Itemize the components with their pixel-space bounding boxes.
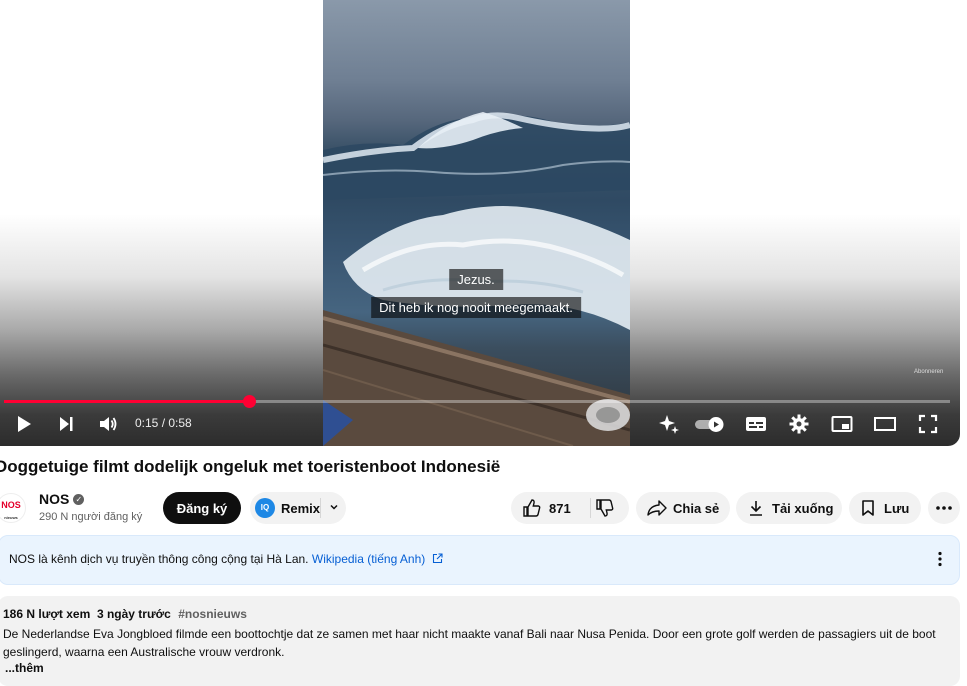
upload-date: 3 ngày trước bbox=[96, 607, 171, 621]
description-text: De Nederlandse Eva Jongbloed filmde een … bbox=[3, 627, 936, 659]
hashtag-link[interactable]: #nosnieuws bbox=[178, 607, 247, 621]
download-button[interactable]: Tải xuống bbox=[736, 492, 842, 524]
info-panel-text: NOS là kênh dịch vụ truyền thông công cộ… bbox=[9, 552, 309, 566]
settings-button[interactable] bbox=[785, 410, 813, 438]
thumbs-down-icon bbox=[596, 499, 614, 517]
progress-scrubber[interactable] bbox=[243, 395, 256, 408]
channel-logo-subtext: nieuws bbox=[4, 515, 18, 520]
theater-mode-button[interactable] bbox=[871, 410, 899, 438]
volume-icon bbox=[98, 415, 118, 433]
subscribe-button[interactable]: Đăng ký bbox=[163, 492, 241, 524]
play-icon bbox=[15, 415, 33, 433]
theater-icon bbox=[873, 416, 897, 432]
sea-scene-illustration bbox=[323, 112, 630, 446]
download-label: Tải xuống bbox=[772, 500, 834, 516]
ai-features-button[interactable] bbox=[655, 410, 683, 438]
next-button[interactable] bbox=[52, 410, 80, 438]
channel-logo-text: NOS bbox=[1, 500, 21, 510]
channel-avatar[interactable]: NOS nieuws bbox=[0, 493, 26, 523]
share-button[interactable]: Chia sẻ bbox=[636, 492, 730, 524]
subtitles-button[interactable] bbox=[742, 410, 770, 438]
volume-button[interactable] bbox=[94, 410, 122, 438]
autoplay-toggle-icon bbox=[694, 416, 726, 432]
miniplayer-button[interactable] bbox=[828, 410, 856, 438]
sparkle-icon bbox=[658, 413, 680, 435]
channel-name-row[interactable]: NOS ✓ bbox=[39, 491, 85, 507]
video-player[interactable]: Jezus. Dit heb ik nog nooit meegemaakt. … bbox=[0, 0, 960, 446]
subtitles-icon bbox=[745, 415, 767, 433]
download-icon bbox=[747, 499, 765, 517]
dislike-button[interactable] bbox=[595, 498, 615, 518]
show-more-button[interactable]: ...thêm bbox=[5, 661, 44, 675]
external-link-icon bbox=[429, 552, 443, 566]
like-button[interactable] bbox=[522, 498, 542, 518]
play-button[interactable] bbox=[10, 410, 38, 438]
time-display: 0:15 / 0:58 bbox=[135, 416, 192, 430]
subtitle-line: Dit heb ik nog nooit meegemaakt. bbox=[371, 297, 581, 318]
share-label: Chia sẻ bbox=[673, 500, 720, 516]
bookmark-icon bbox=[860, 499, 876, 517]
divider bbox=[320, 498, 321, 518]
subscribe-watermark[interactable]: Abonneren bbox=[914, 369, 943, 375]
share-icon bbox=[647, 499, 667, 517]
verified-check-icon: ✓ bbox=[73, 493, 85, 505]
save-button[interactable]: Lưu bbox=[849, 492, 921, 524]
description-meta: 186 N lượt xem 3 ngày trước #nosnieuws bbox=[3, 607, 247, 621]
channel-info-panel: NOS là kênh dịch vụ truyền thông công cộ… bbox=[0, 535, 960, 585]
video-frame: Jezus. Dit heb ik nog nooit meegemaakt. bbox=[323, 0, 630, 446]
channel-name[interactable]: NOS bbox=[39, 491, 69, 507]
remix-badge: IQ bbox=[255, 498, 275, 518]
fullscreen-button[interactable] bbox=[914, 410, 942, 438]
more-vertical-icon bbox=[937, 551, 943, 571]
progress-bar[interactable] bbox=[4, 395, 950, 408]
subtitle-line: Jezus. bbox=[449, 269, 503, 290]
divider bbox=[590, 498, 591, 518]
progress-fill bbox=[4, 400, 249, 403]
next-icon bbox=[57, 415, 75, 433]
thumbs-up-icon bbox=[523, 499, 541, 517]
subscriber-count: 290 N người đăng ký bbox=[39, 511, 143, 523]
more-actions-button[interactable] bbox=[928, 492, 960, 524]
chevron-down-icon[interactable] bbox=[328, 501, 340, 513]
fullscreen-icon bbox=[918, 414, 938, 434]
remix-button[interactable]: IQ Remix bbox=[250, 492, 346, 524]
like-count: 871 bbox=[549, 500, 571, 516]
more-horizontal-icon bbox=[935, 505, 953, 511]
wikipedia-link[interactable]: Wikipedia (tiếng Anh) bbox=[312, 552, 425, 566]
info-panel-text-row: NOS là kênh dịch vụ truyền thông công cộ… bbox=[9, 552, 443, 566]
more-vertical-button[interactable] bbox=[937, 551, 943, 572]
save-label: Lưu bbox=[884, 500, 910, 516]
view-count: 186 N lượt xem bbox=[3, 607, 91, 621]
remix-label: Remix bbox=[281, 500, 321, 516]
gear-icon bbox=[789, 414, 809, 434]
video-title: Ooggetuige filmt dodelijk ongeluk met to… bbox=[0, 457, 501, 476]
miniplayer-icon bbox=[831, 415, 853, 433]
description-box[interactable]: 186 N lượt xem 3 ngày trước #nosnieuws D… bbox=[0, 596, 960, 686]
like-dislike-group: 871 bbox=[511, 492, 629, 524]
autoplay-toggle[interactable] bbox=[693, 410, 727, 438]
